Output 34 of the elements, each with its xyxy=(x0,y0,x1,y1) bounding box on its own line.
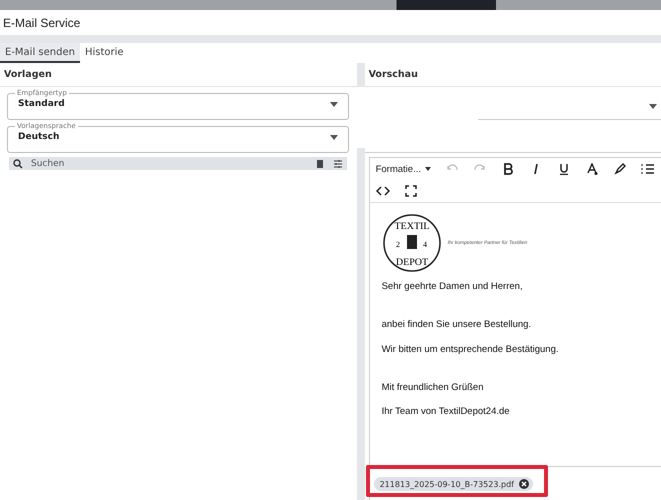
filter-icon[interactable] xyxy=(332,158,343,168)
format-dropdown[interactable]: Formatie... xyxy=(376,164,431,174)
text-color-icon xyxy=(585,163,599,175)
attachment-chip[interactable]: 211813_2025-09-10_B-73523.pdf xyxy=(374,477,533,491)
code-button[interactable] xyxy=(376,184,390,198)
tab[interactable]: E-Mail senden xyxy=(0,43,80,63)
underline-button[interactable] xyxy=(557,162,571,176)
panel-title: Vorlagen xyxy=(0,63,357,87)
body-text: Mit freundlichen Grüßen xyxy=(382,382,485,394)
dropdown-caret-icon xyxy=(649,104,657,108)
underline-icon xyxy=(557,163,571,175)
body-text: Sehr geehrte Damen und Herren, xyxy=(382,281,524,293)
dropdown-caret-icon xyxy=(330,102,338,106)
code-icon xyxy=(376,185,390,197)
close-icon[interactable] xyxy=(518,479,529,489)
highlighter-button[interactable] xyxy=(613,162,627,176)
search-input[interactable]: Suchen xyxy=(31,158,307,168)
highlighter-icon xyxy=(613,163,627,175)
dropdown-caret-icon xyxy=(330,134,338,140)
fullscreen-icon xyxy=(404,185,418,197)
search-field[interactable]: Suchen xyxy=(9,157,347,170)
fullscreen-button[interactable] xyxy=(404,184,418,198)
list-button[interactable] xyxy=(641,162,655,176)
logo-drawing: TEXTIL 2 4 DEPOT xyxy=(382,213,442,273)
body-text: Ihr Team von TextilDepot24.de xyxy=(382,406,511,418)
text-color-button[interactable] xyxy=(585,162,599,176)
body-text: Wir bitten um entsprechende Bestätigung. xyxy=(382,344,560,356)
bold-button[interactable] xyxy=(501,162,515,176)
search-icon xyxy=(13,158,23,168)
body-text: anbei finden Sie unsere Bestellung. xyxy=(382,319,532,331)
list-icon xyxy=(641,163,655,175)
caret-icon xyxy=(425,167,431,171)
bold-icon xyxy=(501,163,515,175)
window-title: E-Mail Service xyxy=(3,16,80,30)
